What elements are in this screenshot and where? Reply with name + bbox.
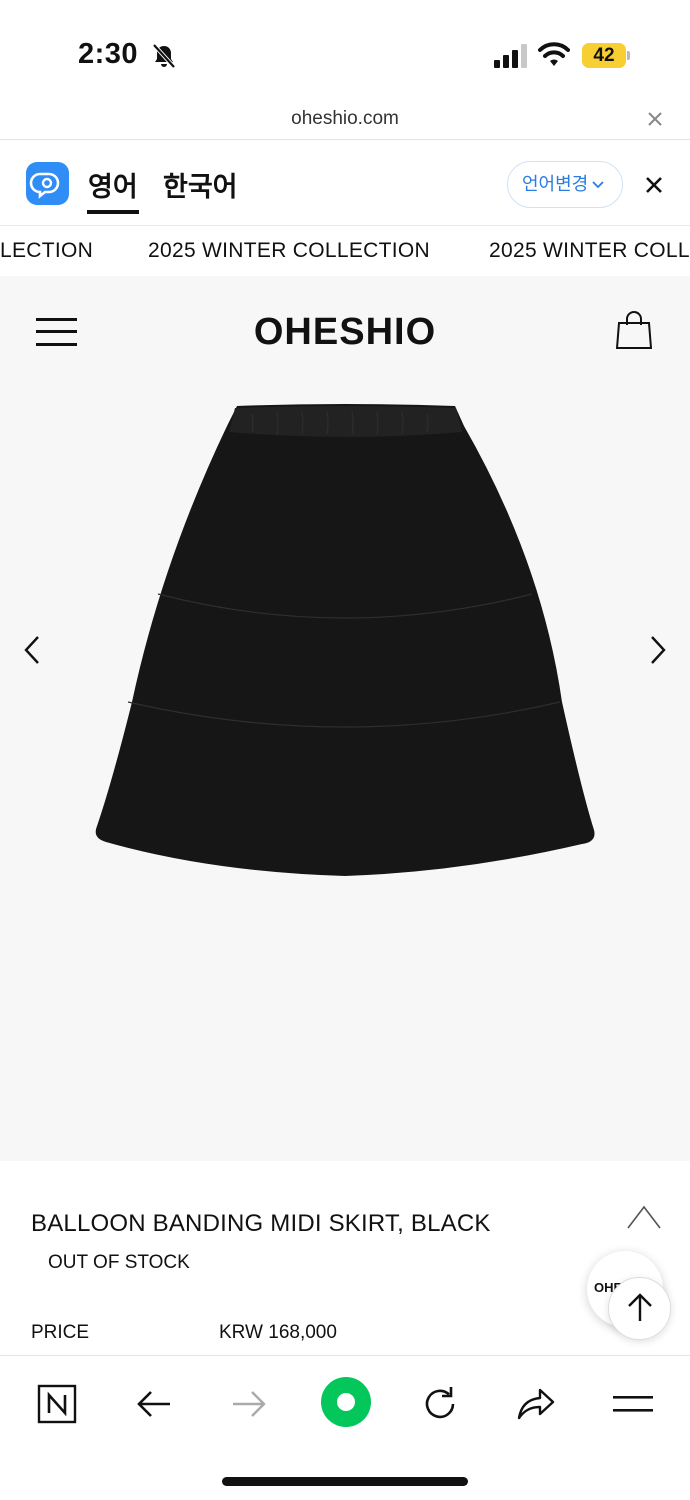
cellular-signal-icon — [494, 44, 527, 68]
arrow-right-icon — [233, 1391, 266, 1417]
arrow-up-icon — [628, 1293, 652, 1321]
url-bar[interactable]: oheshio.com — [0, 100, 690, 140]
status-bar: 2:30 42 — [0, 0, 690, 100]
battery-indicator: 42 — [582, 43, 626, 68]
product-image-skirt[interactable] — [92, 402, 598, 878]
collapse-caret-icon[interactable] — [626, 1204, 662, 1230]
papago-logo-icon[interactable] — [26, 162, 69, 205]
battery-level: 42 — [593, 45, 615, 66]
menu-lines-icon — [613, 1396, 653, 1412]
status-time: 2:30 — [78, 38, 139, 70]
naver-n-icon — [37, 1384, 77, 1424]
marquee-text-partial-right: 2025 WINTER COLL — [489, 239, 690, 262]
reload-icon — [425, 1387, 455, 1419]
change-language-button[interactable]: 언어변경 — [507, 161, 623, 208]
arrow-left-icon — [137, 1391, 170, 1417]
price-label: PRICE — [31, 1322, 90, 1343]
green-dot-button[interactable] — [320, 1376, 372, 1428]
close-translate-icon[interactable] — [644, 175, 664, 195]
tab-english[interactable]: 영어 — [88, 165, 138, 204]
previous-image-arrow-icon[interactable] — [22, 634, 42, 666]
marquee-text: 2025 WINTER COLLECTION — [148, 239, 430, 262]
shopping-bag-icon[interactable] — [616, 310, 652, 350]
browser-toolbar — [0, 1355, 690, 1500]
next-image-arrow-icon[interactable] — [648, 634, 668, 666]
product-gallery: OHESHIO — [0, 276, 690, 1161]
scroll-to-top-button[interactable] — [608, 1277, 671, 1340]
price-value: KRW 168,000 — [219, 1322, 337, 1343]
silent-bell-icon — [152, 43, 176, 69]
stock-status: OUT OF STOCK — [48, 1252, 190, 1273]
tab-active-underline — [87, 210, 139, 214]
forward-button[interactable] — [225, 1380, 273, 1428]
product-title: BALLOON BANDING MIDI SKIRT, BLACK — [31, 1210, 491, 1237]
announcement-marquee: LECTION 2025 WINTER COLLECTION 2025 WINT… — [0, 227, 690, 275]
wifi-icon — [538, 42, 570, 66]
menu-button[interactable] — [609, 1380, 657, 1428]
site-logo[interactable]: OHESHIO — [0, 311, 690, 354]
share-button[interactable] — [512, 1380, 560, 1428]
reload-button[interactable] — [416, 1380, 464, 1428]
translate-bar: 영어 한국어 언어변경 — [0, 141, 690, 226]
naver-home-button[interactable] — [33, 1380, 81, 1428]
battery-tip — [627, 51, 630, 60]
url-text[interactable]: oheshio.com — [0, 108, 690, 130]
share-arrow-icon — [517, 1388, 555, 1420]
tab-korean[interactable]: 한국어 — [163, 165, 238, 204]
naver-green-dot-icon — [321, 1377, 371, 1427]
marquee-text-partial-left: LECTION — [0, 239, 94, 262]
home-indicator — [222, 1477, 468, 1486]
chevron-down-icon — [592, 181, 604, 189]
change-language-label: 언어변경 — [522, 174, 589, 194]
close-icon[interactable] — [646, 110, 664, 128]
back-button[interactable] — [130, 1380, 178, 1428]
